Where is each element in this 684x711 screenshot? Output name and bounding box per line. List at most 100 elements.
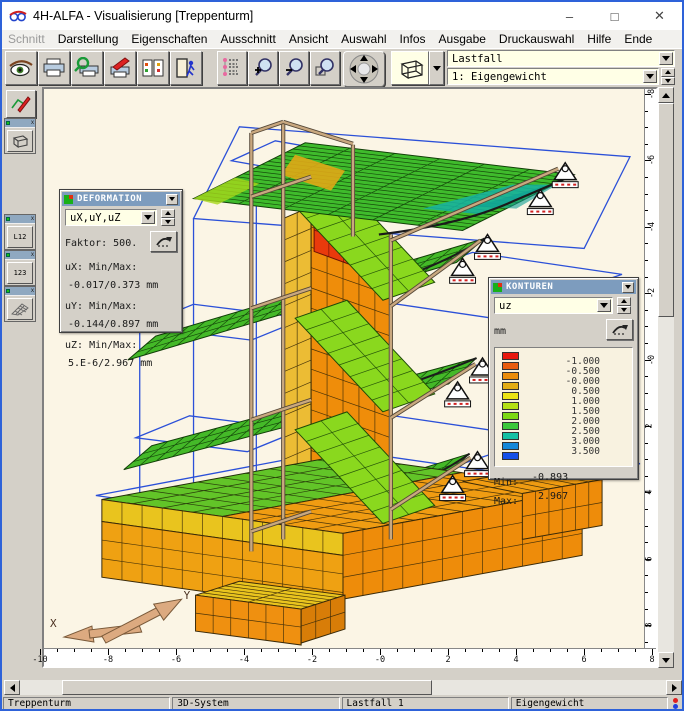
lastfall-combo[interactable]: Lastfall xyxy=(447,50,675,67)
zoom-in-button[interactable] xyxy=(248,51,278,85)
horizontal-ruler: -10-8-6-4-2-02468 xyxy=(44,648,656,666)
menu-darstellung[interactable]: Darstellung xyxy=(58,32,119,46)
ruler-tick xyxy=(397,649,398,652)
printer-icon xyxy=(42,58,66,78)
ruler-tick xyxy=(57,649,58,652)
ruler-tick xyxy=(645,376,648,377)
deformation-combo-value: uX,uY,uZ xyxy=(70,212,121,224)
loadcase-spinner[interactable] xyxy=(661,68,675,85)
loadcase-spin-up[interactable] xyxy=(661,68,675,77)
status-field: 3D-System xyxy=(172,697,339,710)
deformation-apply-button[interactable] xyxy=(150,231,177,252)
factor-label: Faktor: 500. xyxy=(65,238,137,249)
loadcase-spin-down[interactable] xyxy=(661,77,675,86)
deformation-titlebar[interactable]: DEFORMATION xyxy=(62,192,180,206)
konturen-combo[interactable]: uz xyxy=(494,297,613,314)
deformation-combo-arrow[interactable] xyxy=(141,211,155,224)
ruler-tick xyxy=(210,649,211,652)
menu-ausschnitt[interactable]: Ausschnitt xyxy=(220,32,275,46)
ruler-tick xyxy=(645,111,648,112)
print-preview-button[interactable] xyxy=(71,51,103,85)
legend-value: 3.500 xyxy=(571,446,600,457)
panel-close-icon[interactable]: x xyxy=(31,216,34,222)
menu-ende[interactable]: Ende xyxy=(624,32,652,46)
hscroll-thumb[interactable] xyxy=(62,680,432,695)
horizontal-scrollbar[interactable] xyxy=(4,680,682,695)
panel-close-icon[interactable]: x xyxy=(31,120,34,126)
deformation-panel[interactable]: DEFORMATION uX,uY,uZ Faktor: 500. xyxy=(59,189,183,333)
scroll-right-button[interactable] xyxy=(666,680,682,695)
ruler-tick xyxy=(645,310,648,311)
deformation-combo[interactable]: uX,uY,uZ xyxy=(65,209,157,226)
mini-panel-box3d[interactable]: x xyxy=(4,118,36,154)
ruler-tick xyxy=(533,649,534,652)
konturen-apply-button[interactable] xyxy=(606,319,633,340)
zoom-out-button[interactable] xyxy=(279,51,309,85)
konturen-spin-up[interactable] xyxy=(617,297,631,306)
loadcase-combo-arrow[interactable] xyxy=(643,70,657,83)
viewport-canvas[interactable]: XY DEFORMATION uX,uY,uZ xyxy=(44,89,644,648)
pan-pad-button[interactable] xyxy=(343,51,385,87)
menu-ansicht[interactable]: Ansicht xyxy=(289,32,328,46)
deformation-spin-up[interactable] xyxy=(161,209,175,218)
menu-hilfe[interactable]: Hilfe xyxy=(587,32,611,46)
title-bar: 4H-ALFA - Visualisierung [Treppenturm] –… xyxy=(2,2,682,30)
deformation-collapse-button[interactable] xyxy=(166,194,178,205)
mini-panel-mesh[interactable]: x xyxy=(4,286,36,322)
legend-value-column: -1.000-0.500-0.0000.5001.0001.5002.0002.… xyxy=(527,352,628,464)
zoom-out-icon xyxy=(283,57,305,79)
konturen-titlebar[interactable]: KONTUREN xyxy=(491,280,636,294)
konturen-collapse-button[interactable] xyxy=(622,282,634,293)
box-3d-icon[interactable] xyxy=(7,130,33,152)
exit-button[interactable] xyxy=(170,51,202,85)
axis-l12-icon[interactable]: L12 xyxy=(7,226,33,248)
menu-druckauswahl[interactable]: Druckauswahl xyxy=(499,32,574,46)
numbers-123-icon[interactable]: 123 xyxy=(7,262,33,284)
lastfall-combo-arrow[interactable] xyxy=(659,52,673,65)
deformation-spinner[interactable] xyxy=(161,209,175,226)
konturen-combo-arrow[interactable] xyxy=(597,299,611,312)
ruler-tick xyxy=(601,649,602,652)
menu-eigenschaften[interactable]: Eigenschaften xyxy=(131,32,207,46)
view-cube-dropdown[interactable] xyxy=(429,51,444,85)
menu-infos[interactable]: Infos xyxy=(400,32,426,46)
konturen-spin-down[interactable] xyxy=(617,306,631,315)
vscroll-thumb[interactable] xyxy=(658,103,674,317)
mesh-ramp-icon[interactable] xyxy=(7,298,33,320)
zoom-window-button[interactable] xyxy=(310,51,340,85)
print-button[interactable] xyxy=(38,51,70,85)
maximize-button[interactable]: □ xyxy=(592,2,637,30)
konturen-spinner[interactable] xyxy=(617,297,631,314)
deformation-spin-down[interactable] xyxy=(161,218,175,227)
scroll-up-button[interactable] xyxy=(658,87,674,103)
print-edit-button[interactable] xyxy=(104,51,136,85)
ruler-tick xyxy=(465,649,466,652)
ruler-tick xyxy=(645,127,648,128)
ruler-tick xyxy=(482,649,483,652)
menu-auswahl[interactable]: Auswahl xyxy=(341,32,386,46)
panel-dot-icon xyxy=(6,289,10,293)
vertical-scrollbar[interactable] xyxy=(658,87,674,668)
max-label: Max: xyxy=(494,496,518,507)
ruler-tick xyxy=(278,649,279,652)
panel-close-icon[interactable]: x xyxy=(31,288,34,294)
menu-ausgabe[interactable]: Ausgabe xyxy=(439,32,486,46)
scroll-left-button[interactable] xyxy=(4,680,20,695)
loadcase-combo[interactable]: 1: Eigengewicht xyxy=(447,68,659,85)
minimize-button[interactable]: – xyxy=(547,2,592,30)
konturen-panel[interactable]: KONTUREN uz mm xyxy=(488,277,639,480)
edit-view-button[interactable] xyxy=(6,90,36,118)
view-button[interactable] xyxy=(5,51,37,85)
manual-button[interactable] xyxy=(137,51,169,85)
panel-close-icon[interactable]: x xyxy=(31,252,34,258)
panel-dot-icon xyxy=(6,253,10,257)
close-button[interactable]: ✕ xyxy=(637,2,682,30)
ruler-tick xyxy=(645,343,648,344)
tree-list-button[interactable] xyxy=(217,51,247,85)
view-cube-button[interactable] xyxy=(391,51,429,85)
scroll-down-button[interactable] xyxy=(658,652,674,668)
ruler-label: 6 xyxy=(645,556,655,561)
mini-panel-numbers[interactable]: x 123 xyxy=(4,250,36,286)
mini-panel-axes[interactable]: x L12 xyxy=(4,214,36,250)
book-icon xyxy=(141,58,165,78)
